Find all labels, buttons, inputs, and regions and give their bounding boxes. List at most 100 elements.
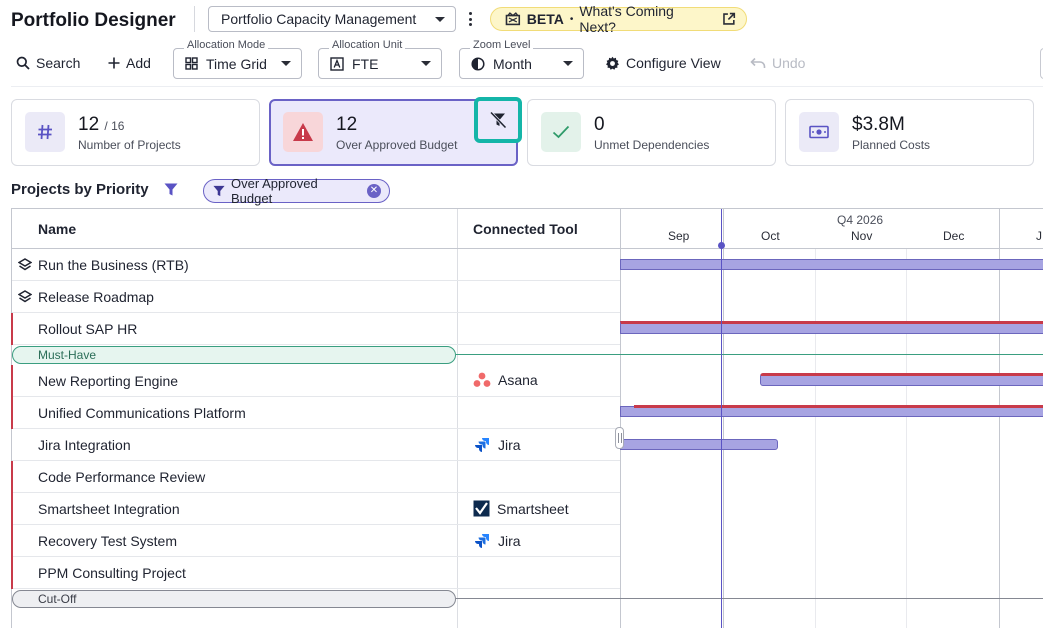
quarter-gridline [723,209,724,628]
tool-name: Jira [498,437,521,453]
kpi-label: Unmet Dependencies [594,138,710,152]
kpi-icon-tile [799,112,839,152]
close-icon[interactable]: ✕ [367,184,381,198]
zoom-level-value: Month [493,55,532,72]
over-budget-flag [11,461,13,493]
timeline-header: Q4 2026 Sep Oct Nov Dec J [620,209,1043,249]
row-name: Recovery Test System [38,533,178,549]
column-resize-handle[interactable] [615,427,624,449]
undo-icon [750,57,766,68]
allocation-unit-value: FTE [352,55,379,72]
plus-icon [108,57,120,69]
toolbar-separator [11,86,1043,87]
jira-icon [475,438,489,452]
timeline-bar-jira-integration[interactable] [620,439,778,450]
table-row[interactable]: New Reporting Engine Asana [11,365,620,397]
kpi-card-projects[interactable]: 12 / 16 Number of Projects [11,99,260,166]
filter-icon[interactable] [164,183,178,196]
undo-label: Undo [772,55,806,71]
add-button[interactable]: Add [108,52,151,74]
checkmark-icon [552,125,570,139]
cut-off-divider[interactable]: Cut-Off [12,590,456,608]
chevron-down-icon [421,61,431,66]
clear-filter-button[interactable] [474,97,522,143]
chevron-down-icon [435,16,445,22]
allocation-mode-label: Allocation Mode [184,39,269,51]
grid-header: Name Connected Tool [12,209,620,249]
beta-separator: • [569,13,574,25]
over-budget-flag [11,397,13,429]
timeline-bar-rollout-sap-hr[interactable] [620,321,1043,334]
kpi-card-dependencies[interactable]: 0 Unmet Dependencies [527,99,776,166]
column-header-tool[interactable]: Connected Tool [473,221,578,237]
kpi-value: $3.8M [852,114,905,135]
chevron-down-icon [563,61,573,66]
cut-off-line [456,598,1043,599]
allocation-mode-select[interactable]: Time Grid [173,48,302,79]
clock-half-icon [471,56,485,71]
month-label: Oct [761,229,780,243]
configure-view-button[interactable]: Configure View [605,52,721,74]
warning-triangle-icon [293,123,313,141]
month-label: Sep [668,229,690,243]
undo-button[interactable]: Undo [750,52,805,74]
over-budget-flag [11,557,13,589]
connected-tool[interactable]: Jira [473,532,521,550]
row-name: Smartsheet Integration [38,501,180,517]
table-row-group[interactable]: Run the Business (RTB) [12,249,620,281]
more-options-icon[interactable] [465,9,475,29]
month-label: J [1036,229,1042,243]
search-icon [16,56,30,70]
table-row[interactable]: Jira Integration Jira [12,429,620,461]
smartsheet-icon [473,500,490,517]
allocation-unit-select[interactable]: FTE [318,48,442,79]
timeline-bar-new-reporting-engine[interactable] [760,373,1043,386]
tool-name: Asana [498,372,538,388]
tool-name: Smartsheet [497,500,569,517]
table-row[interactable]: Code Performance Review [11,461,620,493]
connected-tool[interactable]: Asana [473,372,538,388]
connected-tool[interactable]: Smartsheet [473,500,569,517]
table-row[interactable]: Recovery Test System Jira [11,525,620,557]
view-selector[interactable]: Portfolio Capacity Management [208,6,456,32]
over-budget-marker [634,405,1043,408]
filter-chip-label: Over Approved Budget [231,176,318,206]
app-title: Portfolio Designer [11,10,176,31]
kpi-card-costs[interactable]: $3.8M Planned Costs [785,99,1034,166]
jira-icon [475,534,489,548]
filter-off-icon [489,111,507,129]
kpi-label: Planned Costs [852,138,931,152]
over-budget-flag [11,525,13,557]
today-marker-dot [718,242,725,249]
row-name: Jira Integration [38,437,131,453]
filter-icon [213,185,225,197]
column-header-name[interactable]: Name [38,221,76,237]
month-label: Dec [943,229,965,243]
search-button[interactable]: Search [16,52,80,74]
table-row[interactable]: Rollout SAP HR [11,313,620,345]
title-divider [194,6,195,32]
row-name: Rollout SAP HR [38,321,138,337]
timeline-bar-rtb[interactable] [620,259,1043,270]
kpi-card-over-budget[interactable]: 12 Over Approved Budget [269,97,522,166]
beta-banner[interactable]: BETA • What's Coming Next? [490,3,747,35]
zoom-level-select[interactable]: Month [459,48,584,79]
row-name: New Reporting Engine [38,373,179,389]
must-have-divider[interactable]: Must-Have [12,346,456,364]
allocation-unit-label: Allocation Unit [329,39,406,51]
over-budget-flag [11,313,13,345]
connected-tool[interactable]: Jira [473,436,521,454]
table-row[interactable]: PPM Consulting Project [11,557,620,589]
layers-icon [18,258,32,271]
over-budget-flag [11,365,13,397]
filter-chip[interactable]: Over Approved Budget ✕ [203,176,390,206]
table-row[interactable]: Smartsheet Integration Smartsheet [11,493,620,525]
table-row-group[interactable]: Release Roadmap [12,281,620,313]
row-name: PPM Consulting Project [38,565,186,581]
kpi-icon-tile [283,112,323,152]
today-marker [721,209,722,628]
table-row[interactable]: Unified Communications Platform [11,397,620,429]
kpi-icon-tile [25,112,65,152]
month-label: Nov [851,229,873,243]
kpi-label: Over Approved Budget [336,138,458,152]
